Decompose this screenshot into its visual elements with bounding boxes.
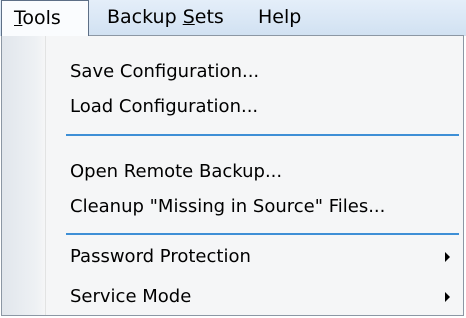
- menu-item-label: Password Protection: [70, 246, 251, 267]
- menu-help-label: Help: [258, 6, 302, 28]
- menu-tools-label: Tools: [14, 1, 61, 36]
- menu-separator: [66, 233, 459, 235]
- menu-separator: [66, 134, 459, 136]
- menu-backup-sets-mnemonic: S: [182, 6, 195, 28]
- menu-item-open-remote-backup[interactable]: Open Remote Backup...: [48, 155, 460, 189]
- menu-item-save-configuration[interactable]: Save Configuration...: [48, 55, 460, 89]
- menu-item-label: Service Mode: [70, 286, 192, 307]
- menu-backup-sets-pre: Backup: [107, 6, 183, 28]
- menu-item-cleanup-missing-files[interactable]: Cleanup "Missing in Source" Files...: [48, 190, 460, 224]
- menu-item-password-protection[interactable]: Password Protection: [48, 240, 460, 274]
- menu-item-label: Load Configuration...: [70, 96, 259, 117]
- menu-item-label: Save Configuration...: [70, 61, 260, 82]
- menu-tools-rest: ools: [22, 7, 61, 29]
- menu-item-label: Open Remote Backup...: [70, 161, 283, 182]
- menu-icon-gutter: [2, 36, 46, 315]
- menu-backup-sets-rest: ets: [194, 6, 224, 28]
- menu-item-label: Cleanup "Missing in Source" Files...: [70, 196, 386, 217]
- menu-backup-sets[interactable]: Backup Sets: [107, 0, 224, 35]
- tools-dropdown-menu: Save Configuration... Load Configuration…: [1, 35, 464, 316]
- menu-bar: Tools Backup Sets Help: [0, 0, 466, 36]
- menu-help[interactable]: Help: [258, 0, 301, 35]
- menu-item-service-mode[interactable]: Service Mode: [48, 280, 460, 314]
- menu-item-load-configuration[interactable]: Load Configuration...: [48, 90, 460, 124]
- menu-tools[interactable]: Tools: [1, 0, 89, 36]
- submenu-arrow-icon: [445, 252, 450, 262]
- submenu-arrow-icon: [445, 292, 450, 302]
